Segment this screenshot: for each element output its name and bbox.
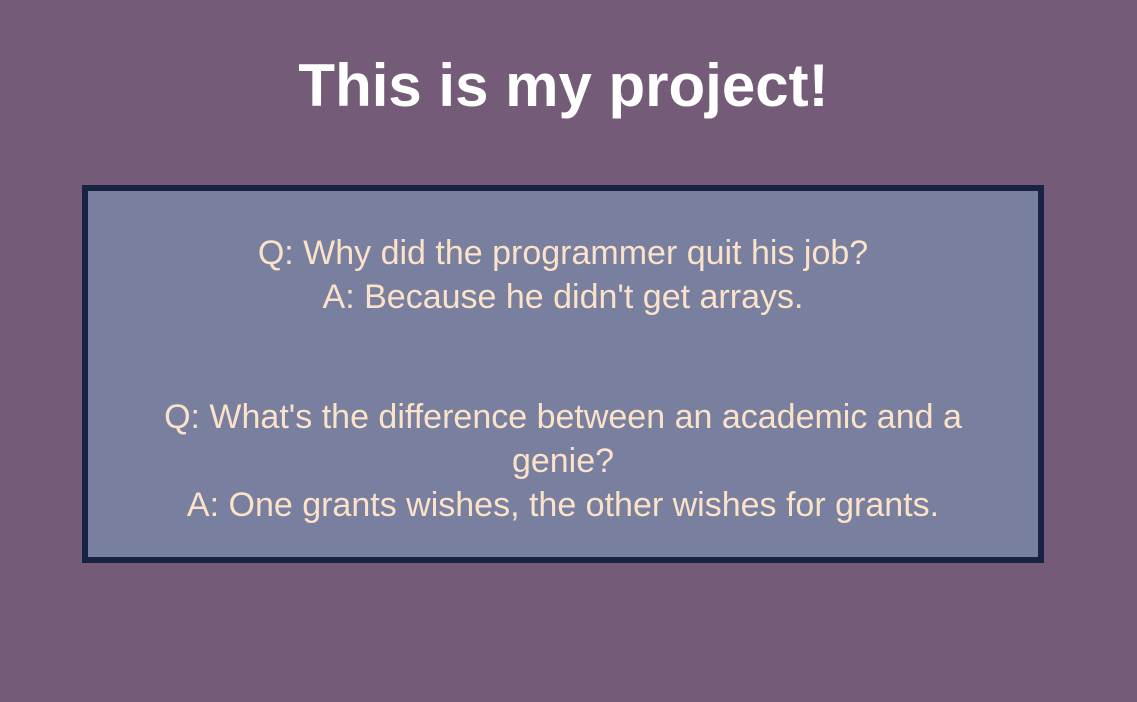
- joke-item: Q: What's the difference between an acad…: [112, 395, 1014, 527]
- joke-answer: A: One grants wishes, the other wishes f…: [186, 486, 940, 524]
- joke-answer: A: Because he didn't get arrays.: [322, 278, 804, 316]
- joke-question: Q: What's the difference between an acad…: [164, 398, 962, 480]
- joke-question: Q: Why did the programmer quit his job?: [257, 234, 869, 272]
- joke-box: Q: Why did the programmer quit his job? …: [82, 185, 1044, 563]
- joke-item: Q: Why did the programmer quit his job? …: [112, 231, 1014, 319]
- page-title: This is my project!: [298, 52, 829, 119]
